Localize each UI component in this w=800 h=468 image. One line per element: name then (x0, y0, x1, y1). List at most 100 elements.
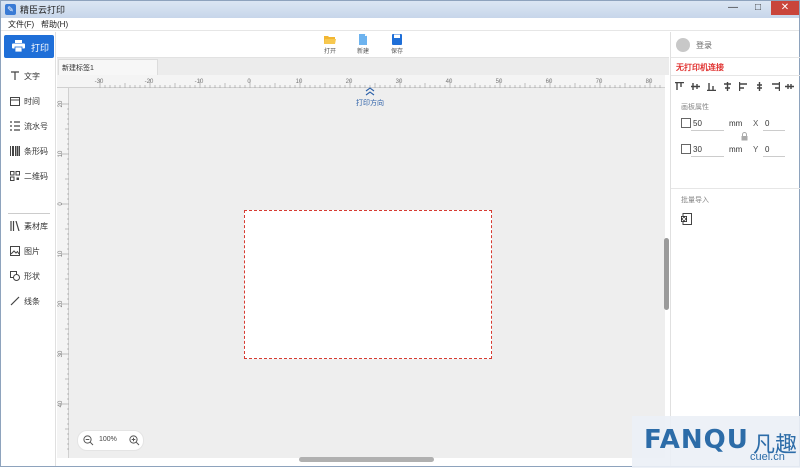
minimize-button[interactable]: — (721, 1, 745, 15)
excel-import-icon[interactable] (681, 213, 692, 225)
ruler-label: 0 (58, 202, 64, 206)
library-icon (10, 221, 20, 231)
vertical-ruler: 20 10 0 10 20 30 40 (57, 88, 69, 458)
menu-help[interactable]: 帮助(H) (41, 19, 68, 30)
ruler-label: 20 (58, 100, 64, 107)
tool-barcode[interactable]: 条形码 (10, 145, 54, 159)
app-window: ✎ 精臣云打印 — □ ✕ 文件(F) 帮助(H) 打印 文字 时间 流水号 条… (0, 0, 800, 468)
tool-barcode-label: 条形码 (24, 147, 48, 156)
align-top-icon[interactable] (675, 82, 684, 91)
tool-shape-label: 形状 (24, 272, 40, 281)
new-file-icon (359, 34, 367, 45)
save-button[interactable]: 保存 (385, 34, 409, 56)
text-icon (11, 71, 19, 80)
vertical-ruler-ticks: 20 10 0 10 20 30 40 (58, 100, 69, 450)
tool-qrcode[interactable]: 二维码 (10, 170, 54, 184)
tool-time[interactable]: 时间 (10, 95, 54, 109)
new-label: 新建 (356, 49, 369, 55)
y-input[interactable]: 0 (763, 143, 785, 157)
panel-divider (671, 75, 800, 76)
serial-number-icon (10, 121, 20, 131)
x-input[interactable]: 0 (763, 117, 785, 131)
new-button[interactable]: 新建 (351, 34, 375, 56)
align-right-icon[interactable] (771, 82, 780, 91)
top-toolbar: 打开 新建 保存 (57, 32, 669, 58)
tool-serial-label: 流水号 (24, 122, 48, 131)
align-bottom-icon[interactable] (707, 82, 716, 91)
properties-panel: 登录 无打印机连接 画板属性 50 mm X 0 30 mm Y 0 批量导入 (670, 32, 800, 466)
user-avatar-icon[interactable] (676, 38, 690, 52)
tool-serial[interactable]: 流水号 (10, 120, 54, 134)
print-direction-indicator: 打印方向 (346, 87, 394, 109)
close-button[interactable]: ✕ (771, 1, 799, 15)
lock-ratio-icon[interactable] (741, 132, 748, 141)
vertical-scrollbar-thumb[interactable] (664, 238, 669, 310)
maximize-button[interactable]: □ (746, 1, 770, 15)
tool-library[interactable]: 素材库 (10, 220, 54, 234)
save-label: 保存 (390, 49, 403, 55)
zoom-control: 100% (77, 430, 144, 451)
watermark-url: cuel.cn (750, 451, 785, 463)
watermark: FANQU 凡趣 cuel.cn (632, 416, 800, 468)
ruler-label: 40 (58, 400, 64, 407)
app-logo-icon: ✎ (5, 4, 16, 15)
align-left-icon[interactable] (739, 82, 748, 91)
panel-divider (671, 188, 800, 189)
label-area[interactable] (244, 210, 492, 359)
distribute-vertical-icon[interactable] (755, 82, 764, 91)
shape-icon (10, 271, 20, 281)
horizontal-scrollbar-thumb[interactable] (299, 457, 434, 462)
width-row: 50 mm X 0 (679, 117, 797, 131)
distribute-horizontal-icon[interactable] (785, 82, 794, 91)
printer-icon (12, 40, 25, 52)
ruler-label: 40 (446, 79, 453, 85)
ruler-label: 10 (58, 250, 64, 257)
tool-text-label: 文字 (24, 72, 40, 81)
open-button[interactable]: 打开 (318, 34, 342, 56)
ruler-label: 30 (58, 350, 64, 357)
ruler-label: 70 (596, 79, 603, 85)
width-unit: mm (729, 119, 743, 128)
tab-bar: 新建标签1 (57, 58, 669, 75)
barcode-icon (10, 146, 20, 156)
batch-import-title: 批量导入 (681, 197, 709, 204)
height-icon (681, 144, 691, 154)
qrcode-icon (10, 171, 20, 181)
line-icon (10, 296, 20, 306)
ruler-label: 50 (496, 79, 503, 85)
tool-line-label: 线条 (24, 297, 40, 306)
menu-file[interactable]: 文件(F) (8, 19, 34, 30)
zoom-value: 100% (99, 436, 117, 443)
tool-shape[interactable]: 形状 (10, 270, 54, 284)
watermark-brand: FANQU (644, 425, 749, 455)
tool-library-label: 素材库 (24, 222, 48, 231)
printer-status[interactable]: 无打印机连接 (676, 62, 724, 73)
ruler-label: -30 (95, 79, 104, 85)
x-label: X (753, 119, 759, 128)
tab-label-1-text: 新建标签1 (62, 65, 94, 72)
image-icon (10, 246, 20, 256)
tab-label-1[interactable]: 新建标签1 (58, 59, 158, 75)
tool-qrcode-label: 二维码 (24, 172, 48, 181)
print-button[interactable]: 打印 (4, 35, 54, 58)
zoom-in-icon[interactable] (129, 435, 140, 446)
double-chevron-up-icon (365, 87, 375, 96)
tool-image[interactable]: 图片 (10, 245, 54, 259)
width-input[interactable]: 50 (691, 117, 724, 131)
tool-line[interactable]: 线条 (10, 295, 54, 309)
login-link[interactable]: 登录 (696, 40, 712, 51)
panel-divider (671, 57, 800, 58)
align-vertical-center-icon[interactable] (691, 82, 700, 91)
ruler-label: 10 (58, 150, 64, 157)
zoom-out-icon[interactable] (83, 435, 94, 446)
tool-text[interactable]: 文字 (10, 70, 54, 84)
height-input[interactable]: 30 (691, 143, 724, 157)
height-row: 30 mm Y 0 (679, 143, 797, 157)
print-label: 打印 (31, 43, 50, 53)
left-sidebar: 打印 文字 时间 流水号 条形码 二维码 素材库 图片 形状 线条 (1, 32, 56, 466)
align-horizontal-center-icon[interactable] (723, 82, 732, 91)
ruler-label: -10 (195, 79, 204, 85)
ruler-label: -20 (145, 79, 154, 85)
ruler-label: 0 (247, 79, 251, 85)
height-unit: mm (729, 145, 743, 154)
